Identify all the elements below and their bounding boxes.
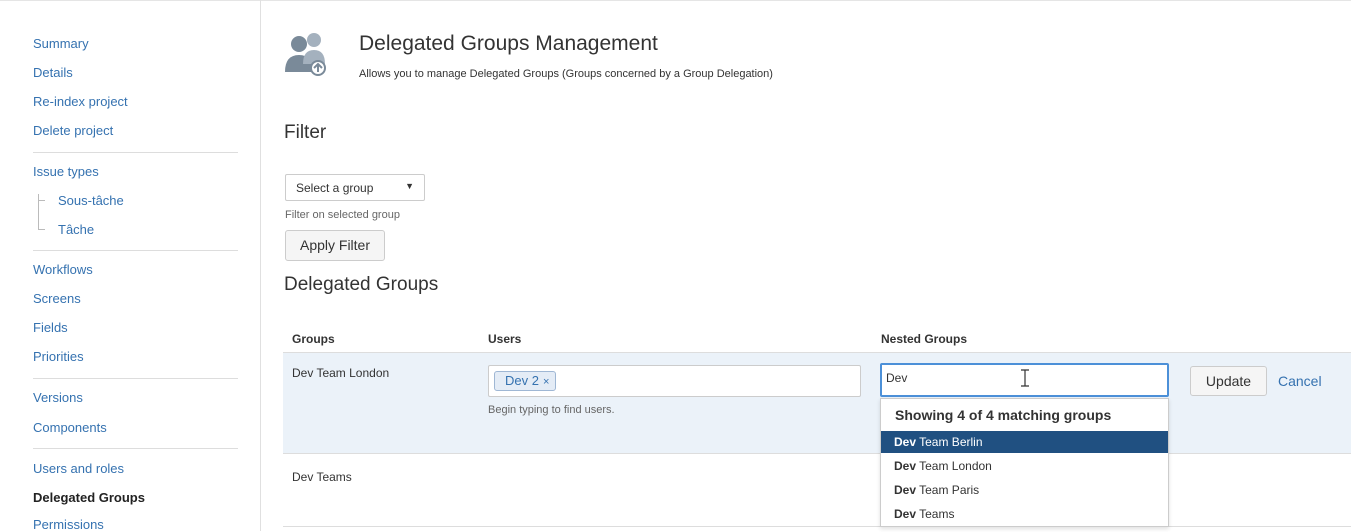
users-picker[interactable]: Dev 2 × <box>488 365 861 397</box>
sidebar-item-fields[interactable]: Fields <box>33 320 68 335</box>
user-pill: Dev 2 × <box>494 371 557 391</box>
sidebar-item-priorities[interactable]: Priorities <box>33 349 84 364</box>
group-select-value: Select a group <box>296 181 374 195</box>
page-title: Delegated Groups Management <box>359 32 658 55</box>
sidebar-item-tache[interactable]: Tâche <box>58 222 94 237</box>
users-hint: Begin typing to find users. <box>488 404 615 416</box>
sidebar-item-issue-types[interactable]: Issue types <box>33 164 99 179</box>
tree-connector-tick <box>38 229 45 230</box>
sidebar-item-delegated-groups[interactable]: Delegated Groups <box>33 490 145 505</box>
chevron-down-icon: ▼ <box>405 181 414 191</box>
update-button[interactable]: Update <box>1190 366 1267 396</box>
sidebar-item-users-and-roles[interactable]: Users and roles <box>33 461 124 476</box>
text-cursor-icon <box>1020 369 1030 392</box>
suggestion-item[interactable]: Dev Team Paris <box>881 479 1168 501</box>
page-description: Allows you to manage Delegated Groups (G… <box>359 68 773 80</box>
sidebar-item-versions[interactable]: Versions <box>33 390 83 405</box>
filter-helper-text: Filter on selected group <box>285 209 400 221</box>
group-select[interactable]: Select a group ▼ <box>285 174 425 201</box>
sidebar-item-components[interactable]: Components <box>33 420 107 435</box>
sidebar-item-delete-project[interactable]: Delete project <box>33 123 113 138</box>
sidebar-divider <box>33 378 238 379</box>
cancel-link[interactable]: Cancel <box>1278 373 1322 389</box>
sidebar-divider <box>33 448 238 449</box>
suggestion-item[interactable]: Dev Teams <box>881 503 1168 525</box>
remove-icon[interactable]: × <box>543 376 549 388</box>
sidebar-item-workflows[interactable]: Workflows <box>33 262 93 277</box>
sidebar-item-screens[interactable]: Screens <box>33 291 81 306</box>
group-name: Dev Teams <box>292 470 352 484</box>
sidebar: Summary Details Re-index project Delete … <box>0 0 261 532</box>
apply-filter-button[interactable]: Apply Filter <box>285 230 385 261</box>
sidebar-divider <box>33 152 238 153</box>
sidebar-item-details[interactable]: Details <box>33 65 73 80</box>
tree-connector-tick <box>38 200 45 201</box>
suggestions-header: Showing 4 of 4 matching groups <box>895 407 1112 423</box>
filter-heading: Filter <box>284 122 327 143</box>
sidebar-item-reindex-project[interactable]: Re-index project <box>33 94 128 109</box>
delegated-groups-heading: Delegated Groups <box>284 274 439 295</box>
table-row-divider <box>283 526 1351 527</box>
user-pill-label: Dev 2 <box>505 373 539 388</box>
sidebar-item-sous-tache[interactable]: Sous-tâche <box>58 193 124 208</box>
group-name: Dev Team London <box>292 366 390 380</box>
users-group-icon <box>283 30 329 78</box>
sidebar-divider <box>33 250 238 251</box>
suggestion-item[interactable]: Dev Team London <box>881 455 1168 477</box>
column-header-users: Users <box>488 332 522 346</box>
nested-groups-input-value: Dev <box>886 371 908 385</box>
suggestion-item[interactable]: Dev Team Berlin <box>881 431 1168 453</box>
column-header-nested-groups: Nested Groups <box>881 332 968 346</box>
sidebar-item-summary[interactable]: Summary <box>33 36 89 51</box>
nested-groups-suggestions: Showing 4 of 4 matching groups Dev Team … <box>880 398 1169 527</box>
sidebar-item-permissions[interactable]: Permissions <box>33 517 104 532</box>
column-header-groups: Groups <box>292 332 335 346</box>
